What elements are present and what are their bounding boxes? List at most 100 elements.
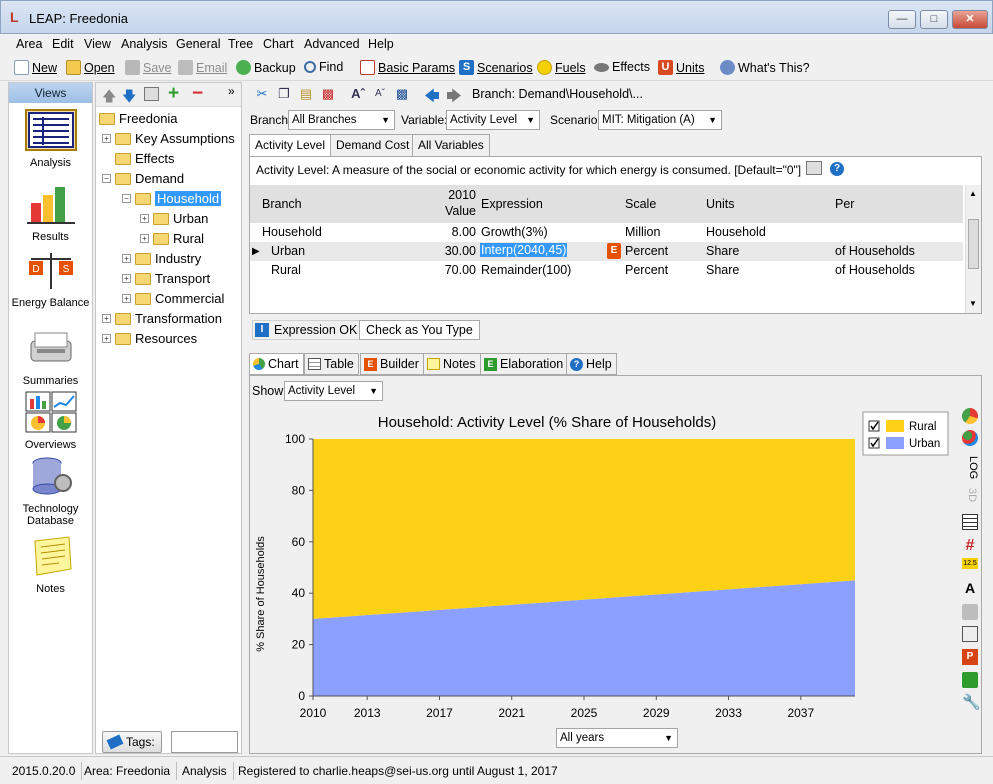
table-view-icon[interactable] <box>962 514 978 530</box>
tree-node-industry[interactable]: + Industry <box>122 251 201 266</box>
tree-node-commercial[interactable]: + Commercial <box>122 291 224 306</box>
wrench-icon[interactable]: 🔧 <box>962 695 981 711</box>
move-up-icon[interactable]: 🡅 <box>102 86 116 110</box>
tab-builder[interactable]: E Builder <box>360 353 424 375</box>
scroll-thumb[interactable] <box>968 219 979 269</box>
color-palette-icon[interactable] <box>962 430 978 446</box>
expand-icon[interactable]: + <box>102 334 111 343</box>
expand-icon[interactable]: + <box>140 214 149 223</box>
tags-button[interactable]: Tags: <box>102 731 162 753</box>
pie-chart-type-icon[interactable] <box>962 408 978 424</box>
expand-icon[interactable]: + <box>102 314 111 323</box>
open-button[interactable]: Open <box>66 60 115 75</box>
scroll-up-icon[interactable]: ▲ <box>969 189 977 198</box>
tab-notes[interactable]: Notes <box>423 353 481 375</box>
tab-activity-level[interactable]: Activity Level <box>249 134 332 157</box>
menu-view[interactable]: View <box>84 37 111 51</box>
expand-icon[interactable]: + <box>122 254 131 263</box>
view-overviews[interactable]: Overviews <box>9 391 92 451</box>
collapse-icon[interactable]: − <box>122 194 131 203</box>
scenario-select[interactable]: MIT: Mitigation (A) ▼ <box>598 110 722 130</box>
branch-select[interactable]: All Branches ▼ <box>288 110 395 130</box>
tags-input[interactable] <box>171 731 238 753</box>
email-button[interactable]: Email <box>178 60 227 75</box>
variable-select[interactable]: Activity Level ▼ <box>446 110 540 130</box>
tab-elaboration[interactable]: E Elaboration <box>480 353 569 375</box>
paste-icon[interactable]: ▤ <box>298 86 314 102</box>
back-arrow-icon[interactable]: 🡄 <box>424 86 440 105</box>
move-down-icon[interactable]: 🡇 <box>122 86 136 110</box>
minimize-button[interactable]: — <box>888 10 916 29</box>
tree-node-effects[interactable]: Effects <box>115 151 175 166</box>
forward-arrow-icon[interactable]: 🡆 <box>446 86 462 105</box>
expression-builder-icon[interactable]: E <box>607 243 621 259</box>
delete-icon[interactable]: − <box>192 83 203 105</box>
table-row[interactable]: Household 8.00 Growth(3%) Million Househ… <box>250 223 963 242</box>
menu-help[interactable]: Help <box>368 37 394 51</box>
collapse-icon[interactable]: − <box>102 174 111 183</box>
expand-icon[interactable]: + <box>140 234 149 243</box>
basic-params-button[interactable]: Basic Params <box>360 60 455 75</box>
menu-area[interactable]: Area <box>16 37 42 51</box>
tree-node-freedonia[interactable]: Freedonia <box>99 111 178 126</box>
effects-button[interactable]: Effects <box>594 60 650 74</box>
expression-edit-field[interactable]: Interp(2040,45) <box>480 243 568 257</box>
view-summaries[interactable]: Summaries <box>9 327 92 387</box>
tab-chart[interactable]: Chart <box>249 353 304 375</box>
close-button[interactable]: ✕ <box>952 10 988 29</box>
overflow-chevron-icon[interactable]: » <box>228 84 235 98</box>
menu-chart[interactable]: Chart <box>263 37 294 51</box>
tab-table[interactable]: Table <box>304 353 359 375</box>
menu-tree[interactable]: Tree <box>228 37 253 51</box>
tree-node-resources[interactable]: + Resources <box>102 331 197 346</box>
fuels-button[interactable]: Fuels <box>537 60 586 75</box>
save-icon[interactable] <box>962 672 978 688</box>
hierarchy-icon[interactable]: ▩ <box>394 86 410 102</box>
cut-icon[interactable]: ✂ <box>254 86 270 102</box>
units-button[interactable]: U Units <box>658 60 704 75</box>
table-row[interactable]: Rural 70.00 Remainder(100) Percent Share… <box>250 261 963 280</box>
log-scale-toggle[interactable]: LOG <box>962 456 979 480</box>
scenarios-button[interactable]: S Scenarios <box>459 60 533 75</box>
check-as-you-type-toggle[interactable]: Check as You Type <box>359 320 480 340</box>
tree-node-transport[interactable]: + Transport <box>122 271 210 286</box>
view-technology-database[interactable]: Technology Database <box>9 455 92 527</box>
scroll-down-icon[interactable]: ▼ <box>969 299 977 308</box>
expand-icon[interactable]: + <box>122 274 131 283</box>
grid-scrollbar[interactable]: ▲ ▼ <box>965 185 981 313</box>
powerpoint-icon[interactable]: P <box>962 649 978 665</box>
menu-analysis[interactable]: Analysis <box>121 37 168 51</box>
find-button[interactable]: Find <box>304 60 343 74</box>
whats-this-button[interactable]: What's This? <box>720 60 810 75</box>
import-icon[interactable]: ▩ <box>320 86 336 102</box>
decrease-font-icon[interactable]: Aˇ <box>372 88 388 104</box>
view-notes[interactable]: Notes <box>9 535 92 595</box>
show-select[interactable]: Activity Level ▼ <box>284 381 383 401</box>
tree-node-demand[interactable]: − Demand <box>102 171 184 186</box>
new-button[interactable]: New <box>14 60 57 75</box>
font-icon[interactable]: A <box>962 580 978 596</box>
print-icon[interactable] <box>962 604 978 620</box>
menu-advanced[interactable]: Advanced <box>304 37 360 51</box>
3d-toggle[interactable]: 3D <box>962 488 978 508</box>
view-analysis[interactable]: Analysis <box>9 109 92 169</box>
menu-general[interactable]: General <box>176 37 220 51</box>
expand-icon[interactable]: + <box>122 294 131 303</box>
tab-help[interactable]: ? Help <box>566 353 617 375</box>
increase-font-icon[interactable]: Aˆ <box>350 86 366 102</box>
maximize-button[interactable]: □ <box>920 10 948 29</box>
tree-node-transformation[interactable]: + Transformation <box>102 311 222 326</box>
backup-button[interactable]: Backup <box>236 60 296 75</box>
grid-lines-icon[interactable]: # <box>962 538 978 554</box>
menu-edit[interactable]: Edit <box>52 37 74 51</box>
tree-node-key-assumptions[interactable]: + Key Assumptions <box>102 131 235 146</box>
years-select[interactable]: All years ▼ <box>556 728 678 748</box>
tree-node-rural[interactable]: + Rural <box>140 231 204 246</box>
properties-icon[interactable] <box>144 87 159 101</box>
add-icon[interactable]: + <box>168 83 179 105</box>
help-icon[interactable]: ? <box>830 162 844 176</box>
copy-icon[interactable] <box>962 626 978 642</box>
save-button[interactable]: Save <box>125 60 172 75</box>
tree-node-urban[interactable]: + Urban <box>140 211 208 226</box>
tab-all-variables[interactable]: All Variables <box>412 134 490 156</box>
